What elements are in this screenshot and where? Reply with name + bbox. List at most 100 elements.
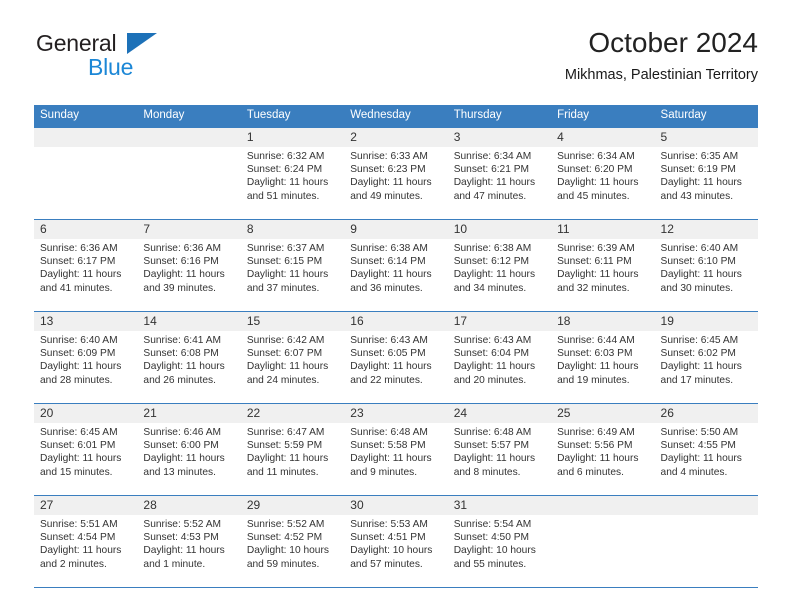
calendar-day-cell[interactable]: 3 Sunrise: 6:34 AM Sunset: 6:21 PM Daylight… [447, 127, 552, 220]
calendar-week-row: 1 Sunrise: 6:32 AM Sunset: 6:24 PM Daylight… [34, 127, 758, 220]
day-number: 14 [137, 312, 241, 331]
calendar-day-cell[interactable]: 18 Sunrise: 6:44 AM Sunset: 6:03 PM Dayligh… [551, 311, 655, 404]
weekday-header-monday: Monday [137, 105, 241, 128]
calendar-day-cell[interactable]: 21 Sunrise: 6:46 AM Sunset: 6:00 PM Dayligh… [137, 403, 241, 496]
calendar-day-cell[interactable]: 5 Sunrise: 6:35 AM Sunset: 6:19 PM Daylight… [654, 127, 758, 220]
calendar-day-cell[interactable]: 9 Sunrise: 6:38 AM Sunset: 6:14 PM Daylight… [344, 219, 448, 312]
daylight-text: Daylight: 11 hours and 28 minutes. [40, 361, 122, 386]
daylight-text: Daylight: 11 hours and 22 minutes. [350, 361, 432, 386]
day-number: 4 [551, 128, 655, 147]
day-cell-inner: 21 Sunrise: 6:46 AM Sunset: 6:00 PM Dayligh… [137, 404, 241, 495]
sunrise-text: Sunrise: 6:45 AM [40, 427, 118, 438]
calendar-week-row: 20 Sunrise: 6:45 AM Sunset: 6:01 PM Dayligh… [34, 403, 758, 496]
calendar-day-cell[interactable]: 7 Sunrise: 6:36 AM Sunset: 6:16 PM Daylight… [137, 219, 241, 312]
sunrise-text: Sunrise: 6:39 AM [557, 243, 635, 254]
day-cell-inner: 12 Sunrise: 6:40 AM Sunset: 6:10 PM Dayligh… [654, 220, 758, 311]
day-details: Sunrise: 6:47 AM Sunset: 5:59 PM Daylight:… [241, 423, 344, 479]
sunset-text: Sunset: 6:01 PM [40, 440, 116, 452]
calendar-day-cell[interactable]: 23 Sunrise: 6:48 AM Sunset: 5:58 PM Dayligh… [344, 403, 448, 496]
sunrise-text: Sunrise: 6:37 AM [246, 243, 325, 254]
sunset-text: Sunset: 6:19 PM [660, 164, 736, 176]
calendar-day-cell[interactable]: 20 Sunrise: 6:45 AM Sunset: 6:01 PM Dayligh… [34, 403, 138, 496]
sunset-text: Sunset: 6:05 PM [350, 348, 426, 360]
calendar-day-cell[interactable]: 24 Sunrise: 6:48 AM Sunset: 5:57 PM Dayligh… [447, 403, 552, 496]
sunset-text: Sunset: 6:00 PM [143, 440, 219, 452]
calendar-day-cell[interactable]: 10 Sunrise: 6:38 AM Sunset: 6:12 PM Dayligh… [447, 219, 552, 312]
daylight-text: Daylight: 11 hours and 6 minutes. [557, 453, 639, 478]
calendar-day-cell[interactable]: 4 Sunrise: 6:34 AM Sunset: 6:20 PM Daylight… [551, 127, 655, 220]
day-cell-inner: 25 Sunrise: 6:49 AM Sunset: 5:56 PM Dayligh… [551, 404, 655, 495]
sunrise-text: Sunrise: 6:40 AM [40, 335, 118, 346]
calendar-day-cell[interactable]: 19 Sunrise: 6:45 AM Sunset: 6:02 PM Dayligh… [654, 311, 758, 404]
day-number: 1 [240, 128, 345, 147]
day-details: Sunrise: 6:36 AM Sunset: 6:16 PM Daylight:… [137, 239, 240, 295]
sunset-text: Sunset: 6:03 PM [557, 348, 633, 360]
sunrise-text: Sunrise: 6:34 AM [453, 151, 532, 162]
sunset-text: Sunset: 4:54 PM [40, 532, 116, 544]
logo-triangle-icon [127, 33, 157, 54]
day-cell-inner: 15 Sunrise: 6:42 AM Sunset: 6:07 PM Dayligh… [240, 312, 345, 403]
sunset-text: Sunset: 5:58 PM [350, 440, 426, 452]
sunset-text: Sunset: 6:09 PM [40, 348, 116, 360]
calendar-day-cell[interactable]: 6 Sunrise: 6:36 AM Sunset: 6:17 PM Daylight… [34, 219, 138, 312]
calendar-day-cell[interactable]: 29 Sunrise: 5:52 AM Sunset: 4:52 PM Dayligh… [240, 495, 345, 588]
day-details: Sunrise: 5:54 AM Sunset: 4:50 PM Daylight:… [448, 515, 551, 571]
day-cell-inner: 29 Sunrise: 5:52 AM Sunset: 4:52 PM Dayligh… [240, 496, 345, 587]
sunset-text: Sunset: 5:59 PM [246, 440, 323, 452]
day-cell-inner: 18 Sunrise: 6:44 AM Sunset: 6:03 PM Dayligh… [551, 312, 655, 403]
calendar-day-cell[interactable]: 8 Sunrise: 6:37 AM Sunset: 6:15 PM Daylight… [240, 219, 345, 312]
day-cell-inner: 31 Sunrise: 5:54 AM Sunset: 4:50 PM Dayligh… [447, 496, 552, 587]
sunset-text: Sunset: 6:02 PM [660, 348, 736, 360]
calendar-day-cell[interactable]: 31 Sunrise: 5:54 AM Sunset: 4:50 PM Dayligh… [447, 495, 552, 588]
calendar-day-cell[interactable]: 15 Sunrise: 6:42 AM Sunset: 6:07 PM Dayligh… [240, 311, 345, 404]
day-cell-inner [654, 496, 758, 587]
calendar-day-cell[interactable]: 1 Sunrise: 6:32 AM Sunset: 6:24 PM Daylight… [240, 127, 345, 220]
calendar-day-cell[interactable]: 11 Sunrise: 6:39 AM Sunset: 6:11 PM Dayligh… [551, 219, 655, 312]
daylight-text: Daylight: 11 hours and 11 minutes. [246, 453, 329, 478]
sunrise-text: Sunrise: 6:48 AM [350, 427, 428, 438]
sunset-text: Sunset: 4:52 PM [246, 532, 323, 544]
calendar-day-cell[interactable]: 25 Sunrise: 6:49 AM Sunset: 5:56 PM Dayligh… [551, 403, 655, 496]
calendar-day-cell[interactable]: 27 Sunrise: 5:51 AM Sunset: 4:54 PM Dayligh… [34, 495, 138, 588]
day-number [137, 128, 241, 147]
sunrise-text: Sunrise: 6:40 AM [660, 243, 739, 254]
day-cell-inner: 30 Sunrise: 5:53 AM Sunset: 4:51 PM Dayligh… [344, 496, 448, 587]
day-cell-inner: 11 Sunrise: 6:39 AM Sunset: 6:11 PM Dayligh… [551, 220, 655, 311]
calendar-day-cell[interactable]: 14 Sunrise: 6:41 AM Sunset: 6:08 PM Dayligh… [137, 311, 241, 404]
day-details: Sunrise: 6:38 AM Sunset: 6:14 PM Daylight:… [344, 239, 447, 295]
calendar-day-cell[interactable]: 17 Sunrise: 6:43 AM Sunset: 6:04 PM Dayligh… [447, 311, 552, 404]
calendar-day-cell[interactable]: 30 Sunrise: 5:53 AM Sunset: 4:51 PM Dayligh… [344, 495, 448, 588]
calendar-body: 1 Sunrise: 6:32 AM Sunset: 6:24 PM Daylight… [34, 127, 758, 588]
calendar-grid: Sunday Monday Tuesday Wednesday Thursday… [34, 105, 758, 588]
day-details: Sunrise: 6:35 AM Sunset: 6:19 PM Daylight:… [655, 147, 758, 203]
day-number: 23 [344, 404, 448, 423]
daylight-text: Daylight: 11 hours and 26 minutes. [143, 361, 225, 386]
sunset-text: Sunset: 6:16 PM [143, 256, 219, 268]
calendar-day-cell[interactable]: 13 Sunrise: 6:40 AM Sunset: 6:09 PM Dayligh… [34, 311, 138, 404]
title-block: October 2024 Mikhmas, Palestinian Territ… [565, 26, 758, 85]
day-details: Sunrise: 6:45 AM Sunset: 6:01 PM Daylight:… [34, 423, 137, 479]
sunrise-text: Sunrise: 6:38 AM [350, 243, 428, 254]
sunrise-text: Sunrise: 6:38 AM [453, 243, 532, 254]
day-details: Sunrise: 6:44 AM Sunset: 6:03 PM Daylight:… [551, 331, 654, 387]
sunset-text: Sunset: 6:21 PM [453, 164, 530, 176]
calendar-week-row: 27 Sunrise: 5:51 AM Sunset: 4:54 PM Dayligh… [34, 495, 758, 588]
day-details: Sunrise: 6:41 AM Sunset: 6:08 PM Daylight:… [137, 331, 240, 387]
calendar-day-cell[interactable]: 22 Sunrise: 6:47 AM Sunset: 5:59 PM Dayligh… [240, 403, 345, 496]
day-number: 2 [344, 128, 448, 147]
daylight-text: Daylight: 11 hours and 2 minutes. [40, 545, 122, 570]
calendar-day-cell[interactable]: 16 Sunrise: 6:43 AM Sunset: 6:05 PM Dayligh… [344, 311, 448, 404]
day-number: 18 [551, 312, 655, 331]
day-number: 31 [447, 496, 552, 515]
day-number [654, 496, 758, 515]
daylight-text: Daylight: 11 hours and 49 minutes. [350, 177, 432, 202]
day-number: 16 [344, 312, 448, 331]
day-details: Sunrise: 6:45 AM Sunset: 6:02 PM Daylight:… [655, 331, 758, 387]
sunrise-text: Sunrise: 5:52 AM [143, 519, 222, 530]
sunrise-text: Sunrise: 6:44 AM [557, 335, 635, 346]
calendar-day-cell[interactable]: 26 Sunrise: 5:50 AM Sunset: 4:55 PM Dayligh… [654, 403, 758, 496]
day-details: Sunrise: 5:52 AM Sunset: 4:53 PM Daylight:… [137, 515, 240, 571]
calendar-day-cell[interactable]: 12 Sunrise: 6:40 AM Sunset: 6:10 PM Dayligh… [654, 219, 758, 312]
calendar-day-cell[interactable]: 2 Sunrise: 6:33 AM Sunset: 6:23 PM Daylight… [344, 127, 448, 220]
calendar-day-cell[interactable]: 28 Sunrise: 5:52 AM Sunset: 4:53 PM Dayligh… [137, 495, 241, 588]
